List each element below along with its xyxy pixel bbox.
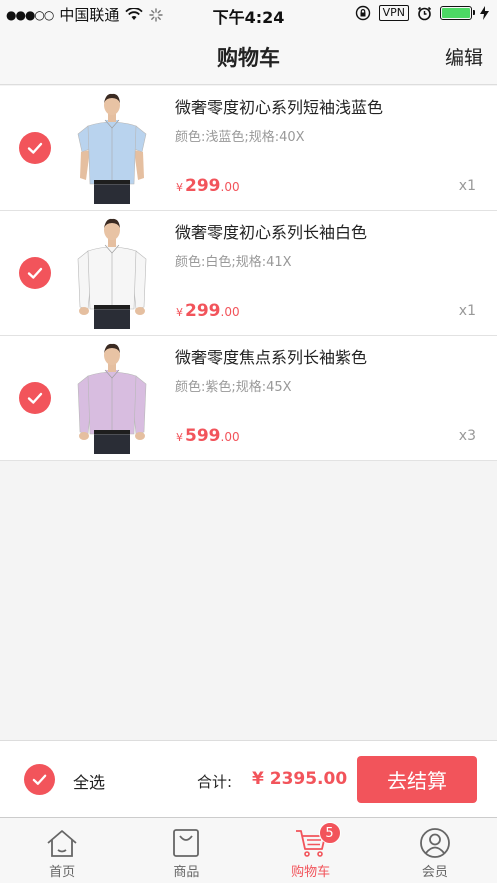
checkmark-icon xyxy=(27,267,43,279)
price-decimal: .00 xyxy=(220,430,240,444)
product-price: ¥299.00 xyxy=(176,301,240,321)
battery-icon xyxy=(440,6,475,20)
price-decimal: .00 xyxy=(220,305,240,319)
shopping-bag-icon xyxy=(173,829,200,857)
total-label: 合计: xyxy=(197,773,233,791)
user-icon xyxy=(419,828,450,858)
product-quantity: x1 xyxy=(458,178,476,194)
price-currency: ¥ xyxy=(176,181,183,194)
cart-item[interactable]: 微奢零度焦点系列长袖紫色 颜色:紫色;规格:45X ¥599.00 x3 xyxy=(0,336,497,461)
tab-label: 会员 xyxy=(421,865,448,880)
price-integer: 299 xyxy=(185,176,221,196)
product-price: ¥299.00 xyxy=(176,176,240,196)
status-right: VPN xyxy=(355,5,489,21)
tab-bar: 首页 商品 5 购物车 会员 xyxy=(0,817,497,883)
product-name[interactable]: 微奢零度焦点系列长袖紫色 xyxy=(175,344,367,368)
price-currency: ¥ xyxy=(176,306,183,319)
product-name[interactable]: 微奢零度初心系列长袖白色 xyxy=(175,219,367,243)
tab-label: 商品 xyxy=(173,865,200,880)
total-value: ¥ 2395.00 xyxy=(252,769,348,789)
checkmark-icon xyxy=(32,774,47,785)
product-quantity: x1 xyxy=(458,303,476,319)
cart-list: 微奢零度初心系列短袖浅蓝色 颜色:浅蓝色;规格:40X ¥299.00 x1 微… xyxy=(0,86,497,461)
cart-item[interactable]: 微奢零度初心系列短袖浅蓝色 颜色:浅蓝色;规格:40X ¥299.00 x1 xyxy=(0,86,497,211)
select-all-checkbox[interactable] xyxy=(24,764,55,795)
home-icon xyxy=(47,830,77,857)
cart-count-badge: 5 xyxy=(318,822,341,844)
checkout-bar: 全选 合计: ¥ 2395.00 去结算 xyxy=(0,740,497,817)
status-bar: ●●●○○ 中国联通 下午4:24 VPN xyxy=(0,0,497,28)
product-price: ¥599.00 xyxy=(176,426,240,446)
select-all-label[interactable]: 全选 xyxy=(73,769,105,793)
tab-products[interactable]: 商品 xyxy=(124,818,248,883)
tab-label: 购物车 xyxy=(291,865,331,880)
checkout-button[interactable]: 去结算 xyxy=(357,756,477,803)
cart-item[interactable]: 微奢零度初心系列长袖白色 颜色:白色;规格:41X ¥299.00 x1 xyxy=(0,211,497,336)
price-currency: ¥ xyxy=(176,431,183,444)
price-integer: 599 xyxy=(185,426,221,446)
tab-member[interactable]: 会员 xyxy=(373,818,497,883)
product-quantity: x3 xyxy=(458,428,476,444)
item-checkbox[interactable] xyxy=(19,132,51,164)
tab-label: 首页 xyxy=(49,865,76,880)
product-name[interactable]: 微奢零度初心系列短袖浅蓝色 xyxy=(175,94,383,118)
nav-bar: 购物车 编辑 xyxy=(0,28,497,85)
price-integer: 299 xyxy=(185,301,221,321)
product-image[interactable] xyxy=(66,92,158,204)
tab-home[interactable]: 首页 xyxy=(0,818,124,883)
vpn-badge: VPN xyxy=(378,5,409,21)
item-checkbox[interactable] xyxy=(19,382,51,414)
product-spec: 颜色:浅蓝色;规格:40X xyxy=(175,130,305,145)
product-image[interactable] xyxy=(66,217,158,329)
rotation-lock-icon xyxy=(355,5,370,21)
edit-button[interactable]: 编辑 xyxy=(445,43,483,70)
alarm-icon xyxy=(417,6,432,20)
checkmark-icon xyxy=(27,142,43,154)
charging-icon xyxy=(480,6,489,20)
page-title: 购物车 xyxy=(217,46,280,70)
product-spec: 颜色:白色;规格:41X xyxy=(175,255,292,270)
price-decimal: .00 xyxy=(220,180,240,194)
checkmark-icon xyxy=(27,392,43,404)
product-image[interactable] xyxy=(66,342,158,454)
product-spec: 颜色:紫色;规格:45X xyxy=(175,380,292,395)
tab-cart[interactable]: 5 购物车 xyxy=(249,818,373,883)
item-checkbox[interactable] xyxy=(19,257,51,289)
